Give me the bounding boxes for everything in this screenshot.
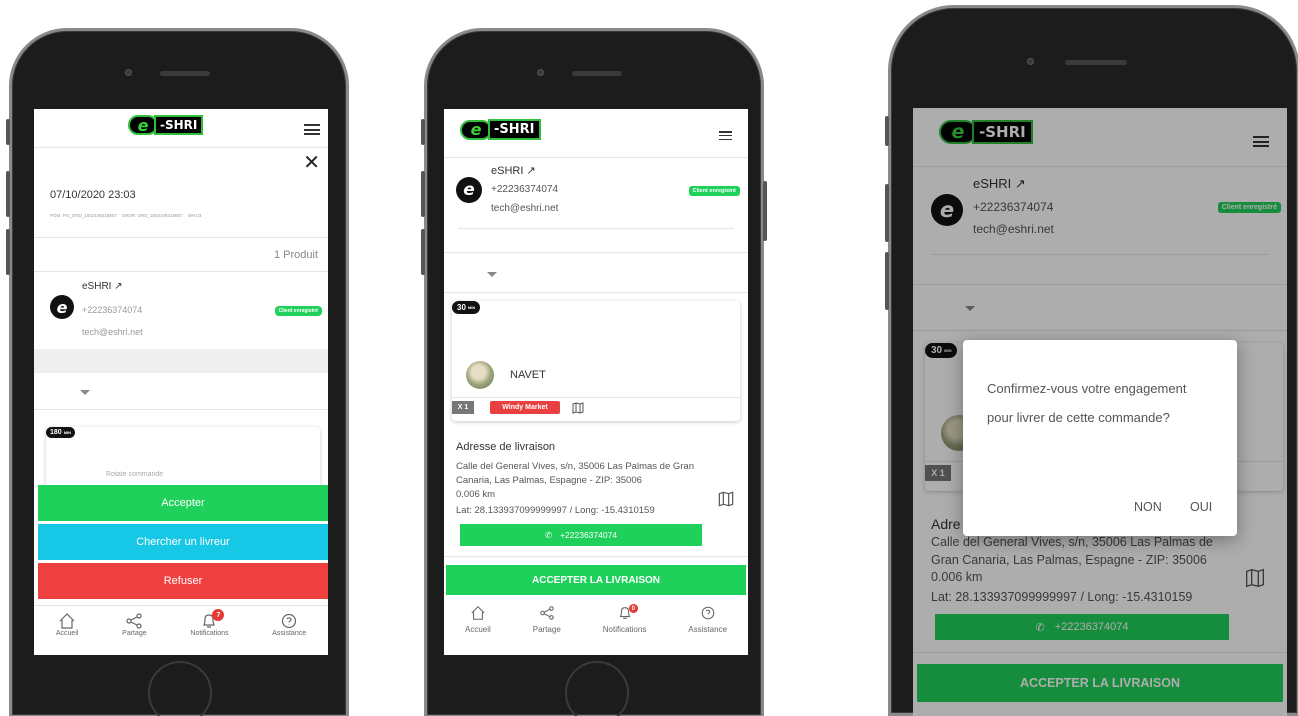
stage: e -SHRI ✕ 07/10/2020 23:03 POM: PO_ORD_1…	[0, 0, 1298, 716]
nav-accueil[interactable]: Accueil	[465, 605, 491, 634]
map-icon[interactable]	[718, 491, 734, 512]
delivery-address-title: Adresse de livraison	[456, 441, 556, 453]
customer-name[interactable]: eSHRI	[491, 165, 523, 177]
chevron-down-icon[interactable]	[80, 390, 90, 395]
refuse-button[interactable]: Refuser	[38, 563, 328, 599]
screen-order-detail: e -SHRI ✕ 07/10/2020 23:03 POM: PO_ORD_1…	[34, 109, 328, 655]
customer-phone[interactable]: +22236374074	[82, 305, 142, 315]
customer-avatar: e	[456, 177, 482, 203]
eshri-logo: e -SHRI	[460, 119, 541, 140]
nav-partage[interactable]: Partage	[122, 612, 147, 637]
delivery-distance: 0.006 km	[456, 489, 500, 500]
customer-phone[interactable]: +22236374074	[491, 184, 558, 195]
delivery-address: Calle del General Vives, s/n, 35006 Las …	[456, 461, 694, 486]
market-badge[interactable]: Windy Market	[490, 401, 560, 414]
customer-email[interactable]: tech@eshri.net	[491, 203, 558, 214]
bottom-nav: Accueil Partage Notifications 7 Assistan…	[34, 605, 328, 655]
menu-icon[interactable]	[304, 124, 320, 135]
timer-badge: 180 MIN	[46, 427, 76, 438]
dialog-no-button[interactable]: NON	[1134, 500, 1162, 514]
help-icon	[701, 606, 714, 620]
notification-badge: 7	[212, 609, 225, 621]
dialog-message: Confirmez-vous votre engagement pour liv…	[987, 381, 1187, 425]
screen-confirm-delivery: e -SHRI e eSHRI ↗ +22236374074 tech@eshr…	[913, 108, 1287, 716]
screen-delivery-detail: e -SHRI e eSHRI ↗ +22236374074 tech@eshr…	[444, 109, 748, 655]
menu-icon[interactable]	[719, 131, 732, 140]
client-registered-badge: Client enregistré	[274, 306, 322, 316]
home-button[interactable]	[148, 661, 212, 716]
nav-assistance[interactable]: Assistance	[688, 605, 727, 634]
nav-partage[interactable]: Partage	[533, 605, 561, 634]
timer-badge: 30 MIN	[452, 301, 481, 314]
delivery-coords: Lat: 28.133937099999997 / Long: -15.4310…	[456, 505, 655, 516]
customer-email[interactable]: tech@eshri.net	[82, 327, 143, 337]
client-registered-badge: Client enregistré	[688, 186, 740, 196]
customer-name[interactable]: eSHRI	[82, 281, 111, 292]
bottom-nav: Accueil Partage Notifications 0 Assistan…	[444, 599, 748, 655]
phone-frame-3: e -SHRI e eSHRI ↗ +22236374074 tech@eshr…	[885, 5, 1298, 716]
phone-frame-1: e -SHRI ✕ 07/10/2020 23:03 POM: PO_ORD_1…	[6, 28, 349, 716]
nav-notifications[interactable]: Notifications 0	[603, 604, 646, 634]
product-card: 30 MIN NAVET X 1 Windy Market	[452, 301, 740, 421]
share-icon	[540, 606, 554, 620]
chevron-down-icon[interactable]	[487, 272, 497, 277]
phone-icon: ✆	[544, 529, 553, 540]
help-icon	[282, 613, 297, 629]
eshri-logo: e -SHRI	[128, 115, 204, 135]
product-thumbnail	[466, 361, 494, 389]
external-link-icon[interactable]: ↗	[526, 165, 535, 177]
accept-button[interactable]: Accepter	[38, 485, 328, 521]
customer-avatar: e	[50, 295, 74, 319]
find-driver-button[interactable]: Chercher un livreur	[38, 524, 328, 560]
map-icon[interactable]	[572, 401, 584, 419]
order-refs: POM: PO_ORD_1602108218807 ORDR: ORD_1602…	[50, 213, 202, 218]
product-count: 1 Produit	[273, 249, 318, 261]
home-button[interactable]	[565, 661, 629, 716]
external-link-icon[interactable]: ↗	[114, 281, 122, 292]
accept-delivery-button[interactable]: ACCEPTER LA LIVRAISON	[446, 565, 746, 595]
share-icon	[126, 613, 143, 629]
home-icon	[471, 606, 485, 620]
dialog-yes-button[interactable]: OUI	[1190, 500, 1212, 514]
nav-assistance[interactable]: Assistance	[272, 612, 306, 637]
call-customer-button[interactable]: ✆ +22236374074	[460, 524, 702, 546]
nav-notifications[interactable]: Notifications 7	[190, 609, 229, 637]
nav-accueil[interactable]: Accueil	[56, 612, 78, 637]
quantity-badge: X 1	[452, 401, 474, 414]
order-datetime: 07/10/2020 23:03	[50, 189, 136, 201]
home-icon	[59, 613, 75, 629]
notification-badge: 0	[628, 604, 638, 613]
close-icon[interactable]: ✕	[303, 153, 320, 173]
confirm-dialog: Confirmez-vous votre engagement pour liv…	[963, 340, 1237, 536]
product-name: NAVET	[510, 369, 546, 381]
phone-frame-2: e -SHRI e eSHRI ↗ +22236374074 tech@eshr…	[421, 28, 767, 716]
